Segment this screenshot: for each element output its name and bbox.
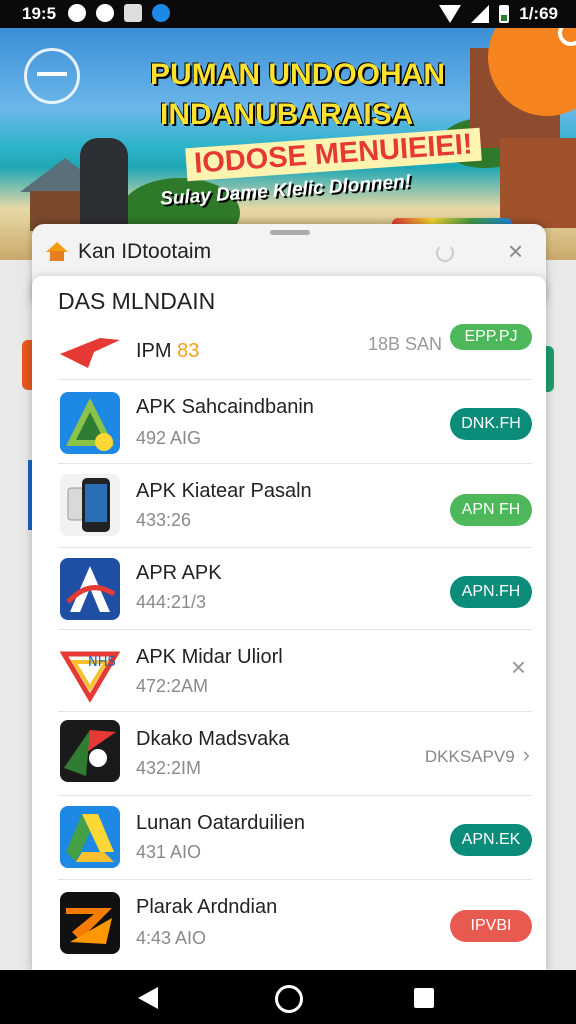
app-name: APR APK bbox=[136, 562, 222, 584]
refresh-icon[interactable] bbox=[436, 244, 454, 262]
list-item[interactable]: Plarak Ardndian 4:43 AIO IPVBI bbox=[32, 880, 546, 964]
sheet-header: DAS MLNDAIN bbox=[58, 288, 216, 314]
person-decor bbox=[80, 138, 128, 228]
back-icon[interactable] bbox=[138, 987, 158, 1009]
app-size: 432:2IM bbox=[136, 758, 202, 778]
status-right-time: 1/:69 bbox=[519, 4, 558, 23]
list-item[interactable]: APR APK 444:21/3 APN.FH bbox=[32, 548, 546, 630]
notification-d-icon bbox=[96, 4, 114, 22]
cancel-icon[interactable]: × bbox=[511, 652, 526, 683]
app-size: 444:21/3 bbox=[136, 592, 207, 612]
wifi-icon bbox=[439, 5, 462, 23]
drive-style-app-icon bbox=[60, 806, 120, 868]
phone-app-icon bbox=[60, 474, 120, 536]
battery-icon bbox=[499, 5, 510, 23]
downloads-sheet: DAS MLNDAIN IPM 83 18B SAN EPP.PJ APK Sa… bbox=[32, 276, 546, 970]
app-name: APK Kiatear Pasaln bbox=[136, 480, 312, 502]
status-right: 1/:69 bbox=[439, 4, 558, 24]
app-size: 433:26 bbox=[136, 510, 192, 530]
app-name: IPM 83 bbox=[136, 340, 200, 362]
navigation-bar bbox=[0, 970, 576, 1024]
app-size: 431 AIO bbox=[136, 842, 202, 862]
app-size: 4:43 AIO bbox=[136, 928, 207, 948]
app-name: APK Sahcaindbanin bbox=[136, 396, 314, 418]
app-time: 18B SAN bbox=[368, 334, 443, 354]
drag-handle[interactable] bbox=[270, 230, 310, 235]
list-item[interactable]: Lunan Oatarduilien 431 AIO APN.EK bbox=[32, 796, 546, 880]
home-button-icon[interactable] bbox=[275, 985, 303, 1013]
hero-title-line2: INDANUBARAISA bbox=[160, 98, 414, 131]
recents-icon[interactable] bbox=[414, 988, 434, 1008]
signal-icon bbox=[471, 5, 490, 23]
status-time: 19:5 bbox=[22, 4, 57, 23]
blue-a-app-icon bbox=[60, 558, 120, 620]
app-size: 472:2AM bbox=[136, 676, 209, 696]
download-button[interactable]: APN.EK bbox=[450, 824, 532, 856]
notification-square-icon bbox=[124, 4, 142, 22]
red-arrow-app-icon bbox=[60, 330, 120, 370]
download-button[interactable]: EPP.PJ bbox=[450, 324, 532, 350]
download-button[interactable]: APN FH bbox=[450, 494, 532, 526]
home-icon bbox=[46, 242, 68, 262]
colorful-a-app-icon: NHS bbox=[60, 640, 120, 702]
brand-logo-icon[interactable] bbox=[24, 48, 80, 104]
list-item[interactable]: IPM 83 18B SAN EPP.PJ bbox=[32, 324, 546, 380]
app-name: Plarak Ardndian bbox=[136, 896, 278, 918]
dialog-title: Kan IDtootaim bbox=[78, 240, 212, 263]
list-item[interactable]: APK Sahcaindbanin 492 AIG DNK.FH bbox=[32, 380, 546, 464]
search-icon bbox=[558, 28, 576, 46]
app-name: APK Midar Uliorl bbox=[136, 646, 283, 668]
chevron-right-icon: › bbox=[522, 742, 530, 767]
hero-title-line3: IODOSE MENUIEIEI! bbox=[185, 127, 482, 182]
app-name: Dkako Madsvaka bbox=[136, 728, 290, 750]
download-button[interactable]: APN.FH bbox=[450, 576, 532, 608]
notification-blue-icon bbox=[152, 4, 170, 22]
triangle-app-icon bbox=[60, 392, 120, 454]
app-name: Lunan Oatarduilien bbox=[136, 812, 306, 834]
close-icon[interactable]: × bbox=[508, 238, 523, 264]
orange-arrow-app-icon bbox=[60, 892, 120, 954]
hero-title-line1: PUMAN UNDOOHAN bbox=[150, 58, 445, 91]
details-link[interactable]: DKKSAPV9 › bbox=[425, 742, 530, 768]
notification-circle-icon bbox=[68, 4, 86, 22]
list-item[interactable]: Dkako Madsvaka 432:2IM DKKSAPV9 › bbox=[32, 712, 546, 796]
status-bar: 19:5 1/:69 bbox=[0, 0, 576, 28]
building-decor bbox=[500, 138, 576, 228]
download-button[interactable]: IPVBI bbox=[450, 910, 532, 942]
download-button[interactable]: DNK.FH bbox=[450, 408, 532, 440]
notification-icons bbox=[68, 4, 170, 22]
app-size: 492 AIG bbox=[136, 428, 202, 448]
svg-text:NHS: NHS bbox=[88, 655, 116, 670]
list-item[interactable]: NHS APK Midar Uliorl 472:2AM × bbox=[32, 630, 546, 712]
red-green-app-icon bbox=[60, 720, 120, 782]
list-item[interactable]: APK Kiatear Pasaln 433:26 APN FH bbox=[32, 464, 546, 548]
